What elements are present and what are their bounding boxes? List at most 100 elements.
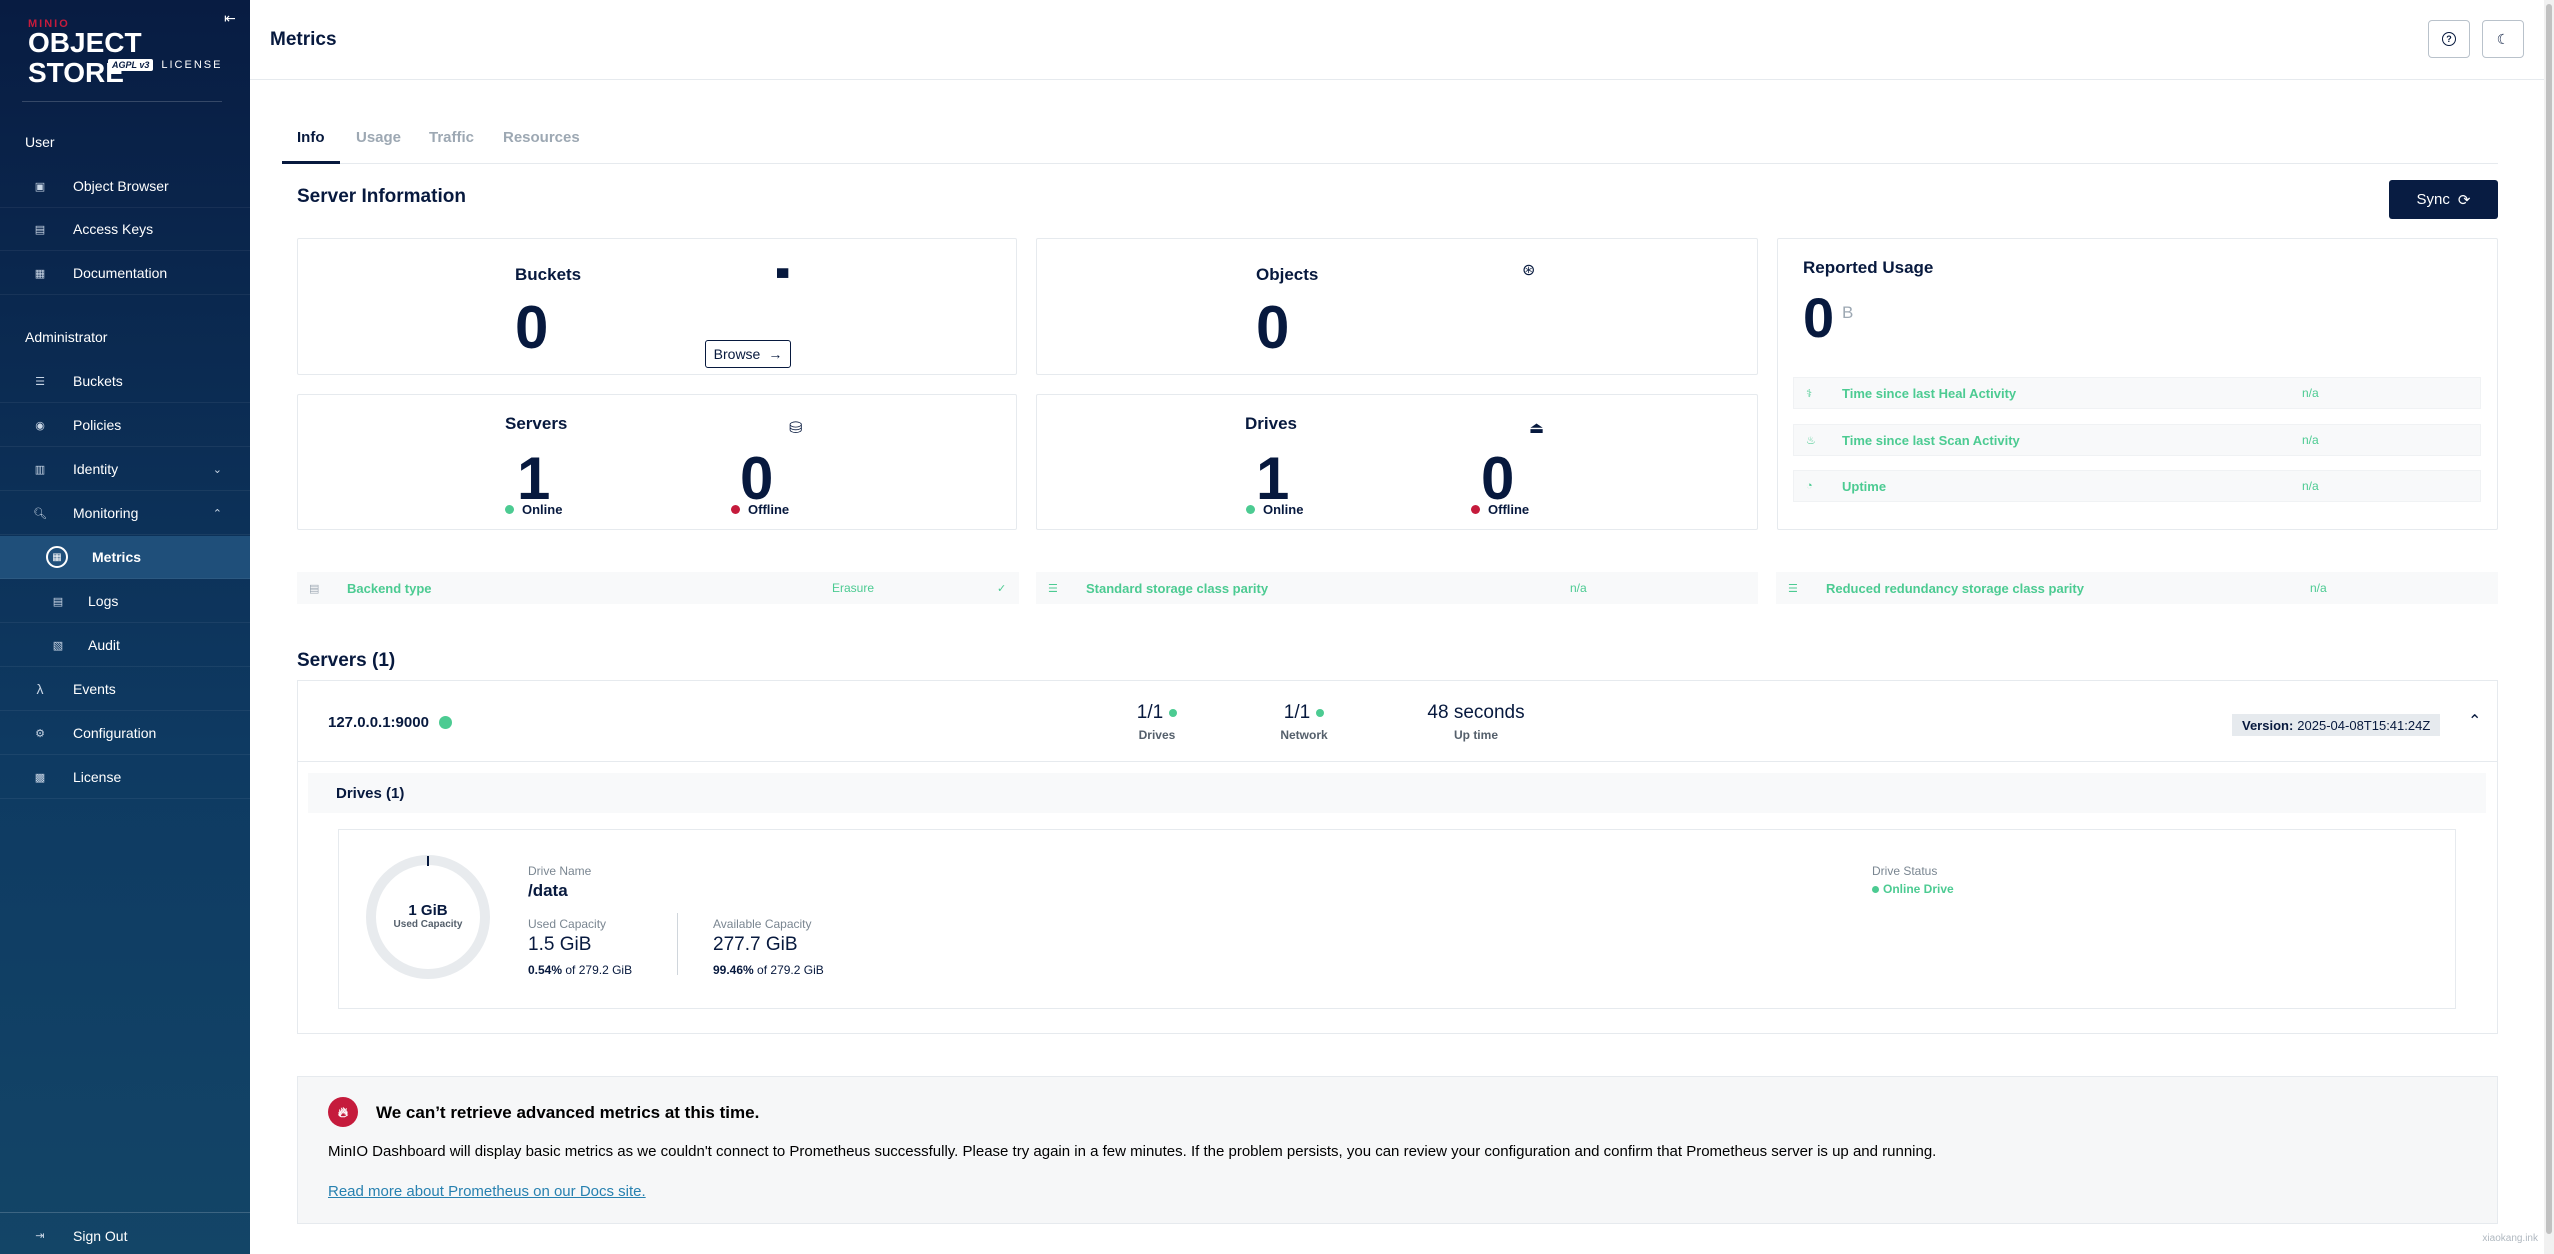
tab-usage[interactable]: Usage	[356, 129, 401, 146]
metrics-icon: ▦	[46, 546, 68, 568]
sidebar-item-monitoring[interactable]: 🔍︎ Monitoring ⌃	[0, 492, 250, 535]
license-icon: ▩	[34, 771, 46, 784]
alert-text: MinIO Dashboard will display basic metri…	[328, 1143, 1937, 1160]
page-title: Metrics	[270, 29, 337, 50]
minio-logo[interactable]: MINIO OBJECT STORE AGPL v3 LICENSE	[28, 18, 228, 88]
sidebar-item-label: Documentation	[73, 265, 168, 281]
page-scrollbar[interactable]	[2544, 0, 2554, 1254]
heal-icon: ⚕	[1806, 387, 1812, 400]
drives-card	[1036, 394, 1758, 530]
servers-title: Servers (1)	[297, 650, 396, 671]
stat-label: Time since last Scan Activity	[1842, 432, 2020, 448]
shield-icon: ◉	[35, 419, 45, 432]
sidebar-item-identity[interactable]: ▥ Identity ⌄	[0, 448, 250, 491]
config-reduced-parity: ☰ Reduced redundancy storage class parit…	[1776, 572, 2498, 604]
drive-name-label: Drive Name	[528, 864, 592, 878]
prometheus-alert: 🔥︎ We can’t retrieve advanced metrics at…	[297, 1076, 2498, 1224]
clock-icon: ◔	[1806, 480, 1813, 492]
chevron-up-icon[interactable]: ⌃	[2468, 711, 2481, 731]
backend-icon: ▤	[309, 582, 320, 595]
config-value: n/a	[2310, 581, 2327, 595]
stat-label: Time since last Heal Activity	[1842, 385, 2017, 401]
sidebar-item-audit[interactable]: ▧ Audit	[0, 624, 250, 667]
sidebar-item-label: Monitoring	[73, 505, 139, 521]
lambda-icon: λ	[36, 681, 44, 697]
servers-card	[297, 394, 1017, 530]
header: Metrics ? ☾	[250, 0, 2554, 80]
prometheus-docs-link[interactable]: Read more about Prometheus on our Docs s…	[328, 1183, 646, 1200]
sidebar-item-label: Buckets	[73, 373, 123, 389]
reported-usage-label: Reported Usage	[1803, 258, 1934, 277]
sidebar-item-logs[interactable]: ▤ Logs	[0, 580, 250, 623]
sidebar-item-buckets[interactable]: ☰ Buckets	[0, 360, 250, 403]
tabs: Info Usage Traffic Resources	[282, 115, 2498, 164]
objects-card	[1036, 238, 1758, 375]
sign-out-icon: ⇥	[35, 1230, 45, 1242]
bucket-icon: ☰	[35, 375, 45, 388]
objects-icon: ⊛	[1522, 262, 1536, 279]
status-dot	[1316, 709, 1325, 717]
sync-label: Sync	[2416, 191, 2450, 208]
stat-heal-activity: ⚕ Time since last Heal Activity n/a	[1793, 377, 2481, 409]
server-info-title: Server Information	[297, 186, 466, 207]
objects-label: Objects	[1256, 265, 1319, 284]
avail-pct: 99.46%	[713, 963, 754, 977]
tab-info[interactable]: Info	[297, 129, 325, 146]
sidebar: MINIO OBJECT STORE AGPL v3 LICENSE ⇤ Use…	[0, 0, 250, 1254]
online-dot	[505, 505, 514, 514]
sidebar-item-object-browser[interactable]: ▣ Object Browser	[0, 165, 250, 208]
version-value: 2025-04-08T15:41:24Z	[2297, 717, 2431, 733]
server-host: 127.0.0.1:9000	[328, 714, 452, 731]
collapse-sidebar-icon[interactable]: ⇤	[224, 10, 236, 27]
document-icon: ▦	[34, 267, 46, 280]
sidebar-item-documentation[interactable]: ▦ Documentation	[0, 252, 250, 295]
uptime-stat-label: Up time	[1453, 728, 1498, 742]
used-capacity-pct: 0.54% of 279.2 GiB	[528, 963, 632, 977]
drives-stat-label: Drives	[1138, 728, 1176, 742]
used-capacity-value: 1.5 GiB	[528, 934, 592, 955]
alert-title: We can’t retrieve advanced metrics at th…	[376, 1103, 760, 1122]
online-dot	[1246, 505, 1255, 514]
sidebar-item-configuration[interactable]: ⚙ Configuration	[0, 712, 250, 755]
config-label: Standard storage class parity	[1086, 580, 1269, 596]
sidebar-item-label: Audit	[88, 637, 120, 653]
divider	[298, 761, 2497, 762]
uptime-value: 48 seconds	[1427, 702, 1525, 723]
available-capacity-pct: 99.46% of 279.2 GiB	[713, 963, 824, 977]
config-backend-type: ▤ Backend type Erasure ✓	[297, 572, 1019, 604]
active-tab-indicator	[282, 161, 340, 164]
section-user: User	[25, 134, 55, 150]
server-host-label: 127.0.0.1:9000	[328, 714, 429, 731]
version-badge: Version: 2025-04-08T15:41:24Z	[2232, 714, 2441, 736]
donut-value: 1 GiB	[408, 902, 448, 919]
tab-resources[interactable]: Resources	[503, 129, 580, 146]
drives-online-count: 1	[1256, 445, 1290, 512]
tab-traffic[interactable]: Traffic	[429, 129, 474, 146]
reported-usage-unit: B	[1842, 303, 1854, 322]
stat-value: n/a	[2302, 386, 2319, 400]
dark-mode-button[interactable]: ☾	[2482, 20, 2524, 58]
drives-header: Drives (1)	[308, 773, 2486, 813]
server-drives-stat: 1/1 Drives	[1127, 702, 1187, 742]
sync-button[interactable]: Sync ⟳	[2389, 180, 2498, 219]
online-label: Online	[522, 502, 563, 517]
offline-dot	[731, 505, 740, 514]
sidebar-item-metrics[interactable]: ▦ Metrics	[0, 536, 250, 579]
config-standard-parity: ☰ Standard storage class parity n/a	[1036, 572, 1758, 604]
sidebar-item-events[interactable]: λ Events	[0, 668, 250, 711]
browse-button[interactable]: Browse →	[705, 340, 791, 368]
buckets-label: Buckets	[515, 265, 582, 284]
logo-product: OBJECT STORE	[28, 27, 142, 88]
sidebar-item-policies[interactable]: ◉ Policies	[0, 404, 250, 447]
help-button[interactable]: ?	[2428, 20, 2470, 58]
sidebar-item-access-keys[interactable]: ▤ Access Keys	[0, 208, 250, 251]
sign-out-button[interactable]: ⇥ Sign Out	[0, 1214, 250, 1254]
browse-label: Browse	[713, 346, 761, 362]
scrollbar-thumb[interactable]	[2546, 4, 2552, 1234]
drives-offline-count: 0	[1481, 445, 1515, 512]
watermark: xiaokang.ink	[2482, 1233, 2538, 1244]
drives-label: Drives	[1245, 414, 1297, 433]
network-value: 1/1	[1283, 702, 1311, 723]
drive-name: /data	[528, 881, 568, 900]
sidebar-item-license[interactable]: ▩ License	[0, 756, 250, 799]
